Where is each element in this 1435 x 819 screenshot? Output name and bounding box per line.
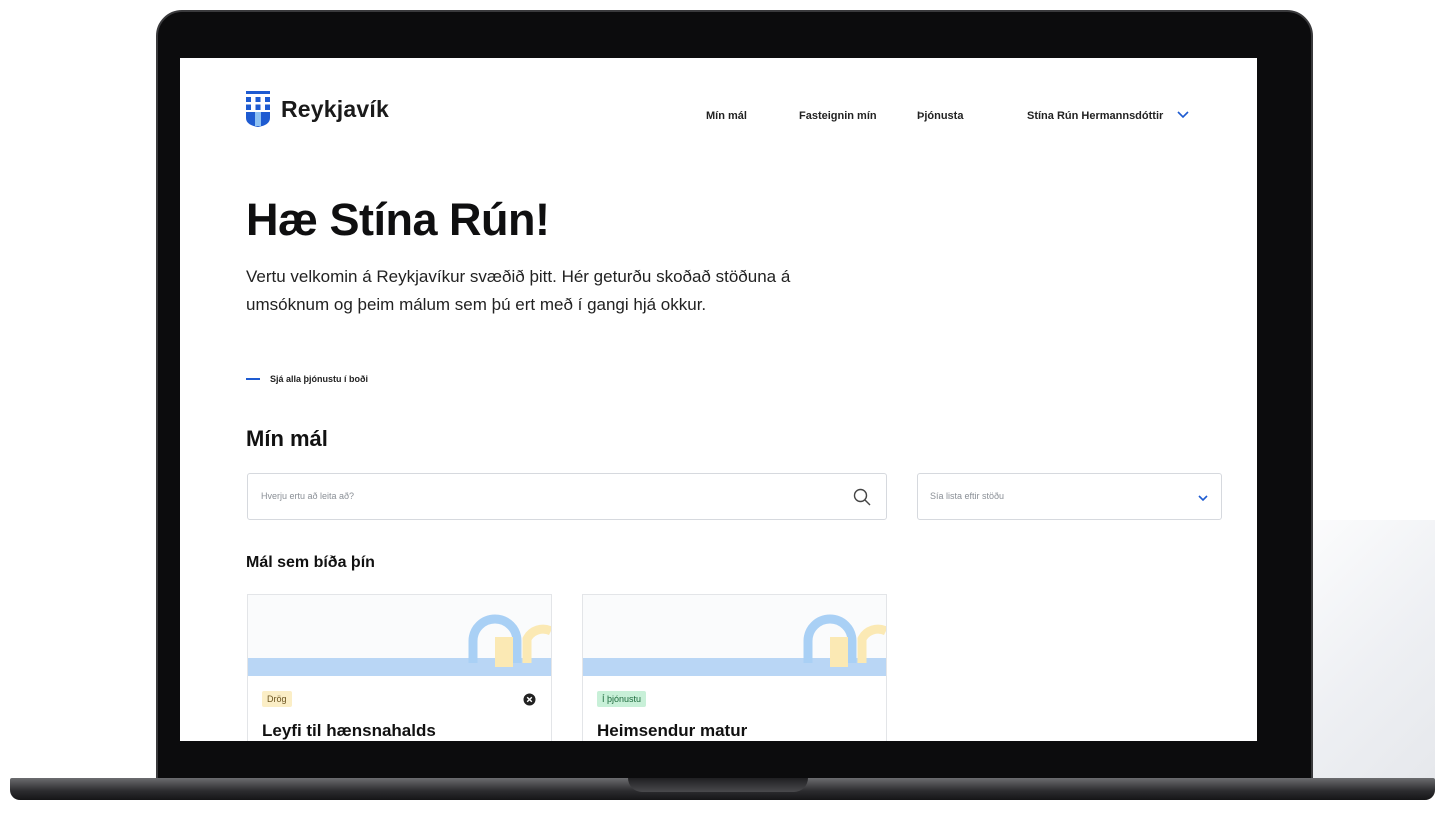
status-badge: Í þjónustu	[597, 691, 647, 707]
search-input[interactable]: Hverju ertu að leita að?	[247, 473, 887, 520]
search-placeholder: Hverju ertu að leita að?	[261, 491, 355, 501]
close-icon[interactable]	[523, 693, 536, 706]
case-card[interactable]: Drög Leyfi til hænsnahalds	[247, 594, 552, 741]
nav-my-cases[interactable]: Mín mál	[706, 110, 747, 122]
status-filter-select[interactable]: Sía lista eftir stöðu	[917, 473, 1222, 520]
laptop-notch	[628, 778, 808, 792]
my-cases-heading: Mín mál	[246, 426, 328, 451]
status-badge: Drög	[262, 691, 292, 707]
arch-illustration-icon	[468, 614, 551, 667]
case-title: Leyfi til hænsnahalds	[262, 721, 436, 740]
browser-screen: Reykjavík Mín mál Fasteignin mín Þjónust…	[180, 58, 1257, 741]
search-icon[interactable]	[852, 487, 872, 507]
case-card[interactable]: Í þjónustu Heimsendur matur	[582, 594, 887, 741]
logo-text: Reykjavík	[281, 95, 389, 122]
link-dash-icon	[246, 378, 260, 380]
arch-illustration-icon	[803, 614, 886, 667]
status-filter-placeholder: Sía lista eftir stöðu	[930, 491, 1005, 501]
welcome-text: Vertu velkomin á Reykjavíkur svæðið þitt…	[246, 267, 791, 314]
user-menu-name[interactable]: Stína Rún Hermannsdóttir	[1027, 110, 1163, 122]
all-services-link[interactable]: Sjá alla þjónustu í boði	[246, 374, 368, 384]
waiting-cases-heading: Mál sem bíða þín	[246, 554, 375, 571]
logo[interactable]: Reykjavík	[245, 90, 389, 128]
case-title: Heimsendur matur	[597, 721, 748, 740]
chevron-down-icon	[1198, 495, 1208, 502]
chevron-down-icon[interactable]	[1176, 107, 1190, 121]
nav-my-property[interactable]: Fasteignin mín	[799, 110, 877, 122]
nav-services[interactable]: Þjónusta	[917, 110, 963, 122]
reykjavik-crest-icon	[246, 91, 270, 127]
page-title: Hæ Stína Rún!	[246, 194, 550, 245]
all-services-link-label: Sjá alla þjónustu í boði	[270, 374, 369, 384]
